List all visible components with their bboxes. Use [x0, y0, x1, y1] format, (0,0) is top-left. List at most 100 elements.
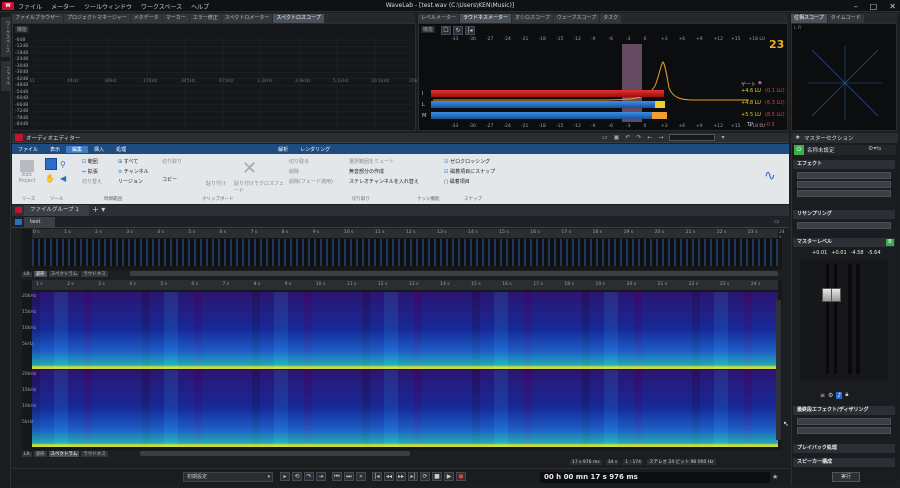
edit-project-button[interactable]: Edit Project	[16, 160, 38, 190]
master-level-link-icon[interactable]: B	[886, 239, 894, 246]
effect-slot-2[interactable]	[797, 181, 891, 188]
tab-metadata[interactable]: メタデータ	[130, 14, 162, 23]
menu-help[interactable]: ヘルプ	[191, 2, 209, 11]
punch-icon[interactable]: ↷	[304, 472, 314, 481]
maximize-button[interactable]: □	[870, 2, 878, 11]
resampling-header[interactable]: リサンプリング	[793, 210, 895, 219]
toggle-button[interactable]: 切り替え	[82, 178, 102, 185]
effects-header[interactable]: エフェクト	[793, 160, 895, 169]
file-strip-tab[interactable]: ファイル	[1, 61, 10, 91]
forward-icon[interactable]: →	[658, 134, 663, 141]
overview-tab-loudness[interactable]: ラウドネス	[81, 271, 108, 277]
ribbon-tab-analyze[interactable]: 解析	[272, 146, 294, 153]
magnetic-items-button[interactable]: ⋂ 磁着項目	[444, 178, 470, 185]
ribbon-tab-view[interactable]: 表示	[44, 146, 66, 153]
render-button[interactable]: 実行	[832, 472, 860, 482]
effect-slot-3[interactable]	[797, 190, 891, 197]
play-start-icon[interactable]: ▸	[280, 472, 290, 481]
tab-spectroscope[interactable]: スペクトロスコープ	[273, 14, 324, 23]
fader-handle-right[interactable]	[831, 288, 841, 302]
all-button[interactable]: ⊞ すべて	[118, 158, 138, 165]
minimize-button[interactable]: –	[854, 2, 858, 11]
snap-magnetic-checkbox[interactable]: ☑ 磁着項目にスナップ	[444, 168, 495, 175]
close-file-icon[interactable]: ▭	[774, 218, 780, 225]
swap-channels-button[interactable]: ステレオチャンネルを入れ替え	[349, 178, 419, 185]
editor-dropdown[interactable]	[669, 134, 716, 141]
cut-button[interactable]: 切り取り	[162, 158, 182, 165]
record-icon[interactable]: ●	[456, 472, 466, 481]
power-icon[interactable]: ⏻	[794, 145, 804, 155]
ribbon-tab-file[interactable]: ファイル	[12, 146, 44, 153]
main-tab-lr[interactable]: LR	[22, 451, 32, 457]
tab-oscilloscope[interactable]: オシロスコープ	[512, 14, 553, 23]
status-duration[interactable]: 34 s	[605, 459, 620, 465]
menu-file[interactable]: ファイル	[18, 2, 42, 11]
overview-scrollbar[interactable]	[130, 271, 778, 276]
tab-file-browser[interactable]: ファイルブラウザー	[12, 14, 64, 23]
star-icon[interactable]: ★	[772, 473, 778, 481]
extend-button[interactable]: ⇔ 拡張	[82, 168, 98, 175]
file-tab-test[interactable]: test	[24, 217, 55, 228]
main-scrollbar[interactable]	[140, 451, 410, 456]
file-group-tab[interactable]: ファイルグループ 1	[24, 205, 89, 216]
channel-button[interactable]: ≡ チャンネル	[118, 168, 149, 175]
mute-selection-button[interactable]: 選択範囲をミュート	[349, 158, 394, 165]
back-icon[interactable]: ←	[647, 134, 652, 141]
tab-loudness-meter[interactable]: ラウドネスメーター	[460, 14, 512, 23]
menu-toolwindow[interactable]: ツールウィンドウ	[84, 2, 132, 11]
trim-button[interactable]: 切り取る	[289, 158, 309, 165]
ribbon-tab-edit[interactable]: 編集	[66, 145, 89, 153]
tab-phasescope[interactable]: 位相スコープ	[791, 14, 827, 23]
delete-x-icon[interactable]: ✕	[242, 158, 257, 179]
paste-crossfade-button[interactable]: 貼り付けでクロスフェード	[234, 180, 284, 194]
final-effect-slot-2[interactable]	[797, 427, 891, 434]
folder-icon[interactable]: ▭	[602, 134, 608, 141]
time-display[interactable]: 00 h 00 mn 17 s 976 ms	[540, 472, 770, 483]
stop-icon[interactable]: ■	[432, 472, 442, 481]
menu-meter[interactable]: メーター	[51, 2, 75, 11]
main-tab-spectrum[interactable]: スペクトラム	[48, 451, 80, 457]
playback-header[interactable]: プレイバック処理	[793, 444, 895, 453]
preset-dropdown[interactable]: 初期設定 ▾	[183, 472, 273, 482]
play-icon[interactable]: ▶	[444, 472, 454, 481]
prev-marker-icon[interactable]: ⏮	[332, 472, 342, 481]
dither-icon[interactable]: ⚙	[828, 392, 833, 399]
lock-icon[interactable]: 🔒︎	[845, 391, 848, 399]
more-icon[interactable]: »	[356, 472, 366, 481]
region-button[interactable]: リージョン	[118, 178, 143, 185]
master-preset-tools[interactable]: ⚙▾⇆	[868, 145, 881, 152]
tab-tasks[interactable]: タスク	[600, 14, 622, 23]
redo-icon[interactable]: ↷	[636, 134, 641, 141]
paste-button[interactable]: 貼り付け	[206, 180, 226, 187]
rewind-icon[interactable]: ◂◂	[384, 472, 394, 481]
skip-icon[interactable]: ⇥	[316, 472, 326, 481]
final-effect-slot-1[interactable]	[797, 418, 891, 425]
tab-spectrometer[interactable]: スペクトロメーター	[221, 14, 273, 23]
resampling-slot[interactable]	[797, 222, 891, 229]
menu-workspace[interactable]: ワークスペース	[141, 2, 182, 11]
effect-slot-1[interactable]	[797, 172, 891, 179]
chevron-down-icon[interactable]: ▾	[721, 134, 724, 141]
undo-icon[interactable]: ↶	[625, 134, 630, 141]
playback-cursor[interactable]: ↖	[783, 420, 789, 428]
tab-wavescope[interactable]: ウェーブスコープ	[553, 14, 600, 23]
goto-end-icon[interactable]: ▸|	[408, 472, 418, 481]
status-length[interactable]: 17 s 976 ms	[570, 459, 602, 465]
status-zoom[interactable]: 1 : 174	[623, 459, 644, 465]
tab-project-manager[interactable]: プロジェクトマネージャー	[64, 14, 130, 23]
close-button[interactable]: ✕	[889, 2, 896, 11]
fast-forward-icon[interactable]: ▸▸	[396, 472, 406, 481]
master-preset-name[interactable]: 名称未設定	[807, 146, 835, 154]
overview-tab-waveform[interactable]: 波形	[33, 271, 47, 277]
overview-tab-lr[interactable]: LR	[22, 271, 32, 277]
loop-icon[interactable]: ⟲	[292, 472, 302, 481]
ribbon-tab-render[interactable]: レンダリング	[294, 146, 336, 153]
ribbon-tab-insert[interactable]: 挿入	[88, 146, 110, 153]
add-group-button[interactable]: + ▾	[92, 205, 105, 214]
workspace-strip-tab[interactable]: ワークスペース	[1, 17, 10, 57]
master-level-header[interactable]: マスターレベル	[793, 238, 895, 247]
tab-timecode[interactable]: タイムコード	[827, 14, 864, 23]
save-icon[interactable]: ▣	[614, 134, 620, 141]
mono-icon[interactable]: ≡	[820, 392, 825, 399]
delete-fade-button[interactable]: 削除(フェード適用)	[289, 178, 333, 185]
